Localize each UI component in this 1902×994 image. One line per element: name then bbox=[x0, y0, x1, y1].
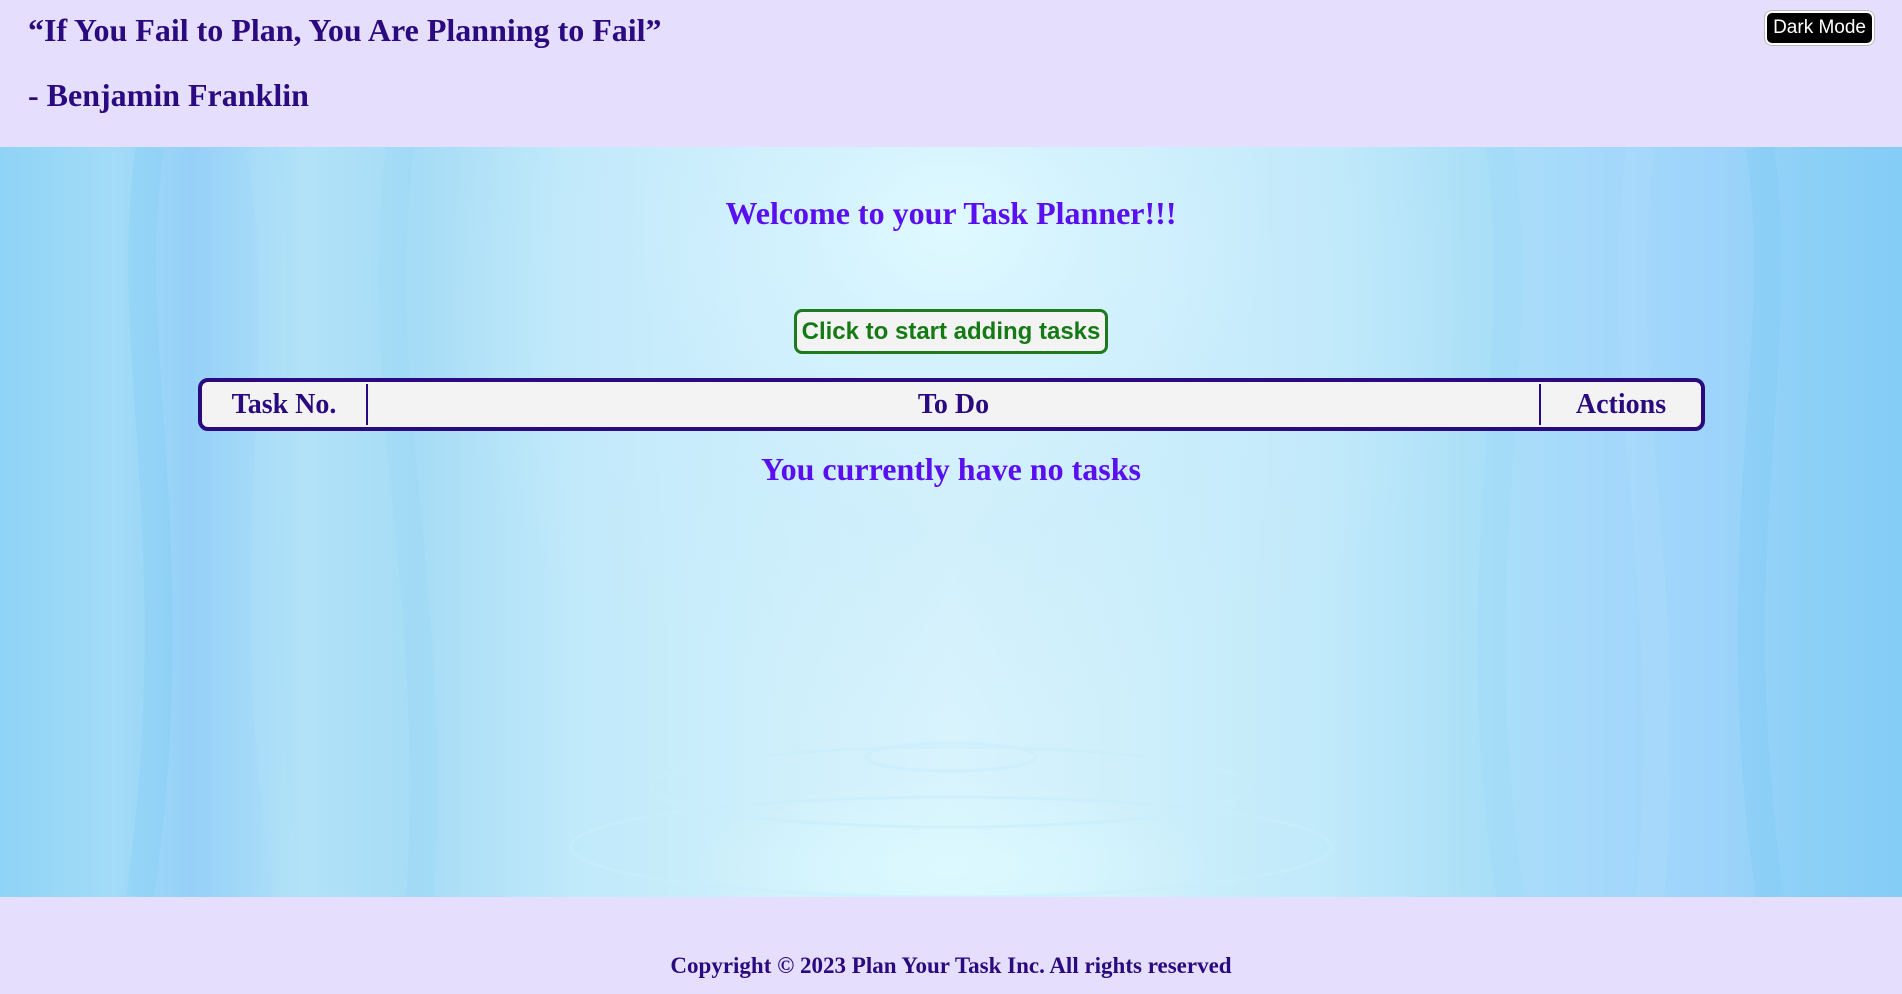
dark-mode-button[interactable]: Dark Mode bbox=[1765, 11, 1874, 45]
welcome-heading: Welcome to your Task Planner!!! bbox=[725, 195, 1177, 231]
column-header-to-do: To Do bbox=[917, 388, 990, 420]
column-header-task-no: Task No. bbox=[231, 388, 337, 420]
quote-text: “If You Fail to Plan, You Are Planning t… bbox=[28, 12, 662, 48]
main-content: Welcome to your Task Planner!!! Click to… bbox=[0, 147, 1902, 897]
add-tasks-button[interactable]: Click to start adding tasks bbox=[794, 309, 1108, 354]
header: “If You Fail to Plan, You Are Planning t… bbox=[0, 0, 1902, 147]
task-table-header: Task No. To Do Actions bbox=[198, 378, 1705, 431]
footer: Copyright © 2023 Plan Your Task Inc. All… bbox=[0, 897, 1902, 994]
background-pattern bbox=[126, 147, 1784, 897]
quote-author: - Benjamin Franklin bbox=[28, 77, 309, 113]
copyright-text: Copyright © 2023 Plan Your Task Inc. All… bbox=[670, 953, 1232, 978]
column-header-actions: Actions bbox=[1575, 388, 1667, 420]
page: “If You Fail to Plan, You Are Planning t… bbox=[0, 0, 1902, 994]
empty-tasks-message: You currently have no tasks bbox=[761, 451, 1141, 487]
